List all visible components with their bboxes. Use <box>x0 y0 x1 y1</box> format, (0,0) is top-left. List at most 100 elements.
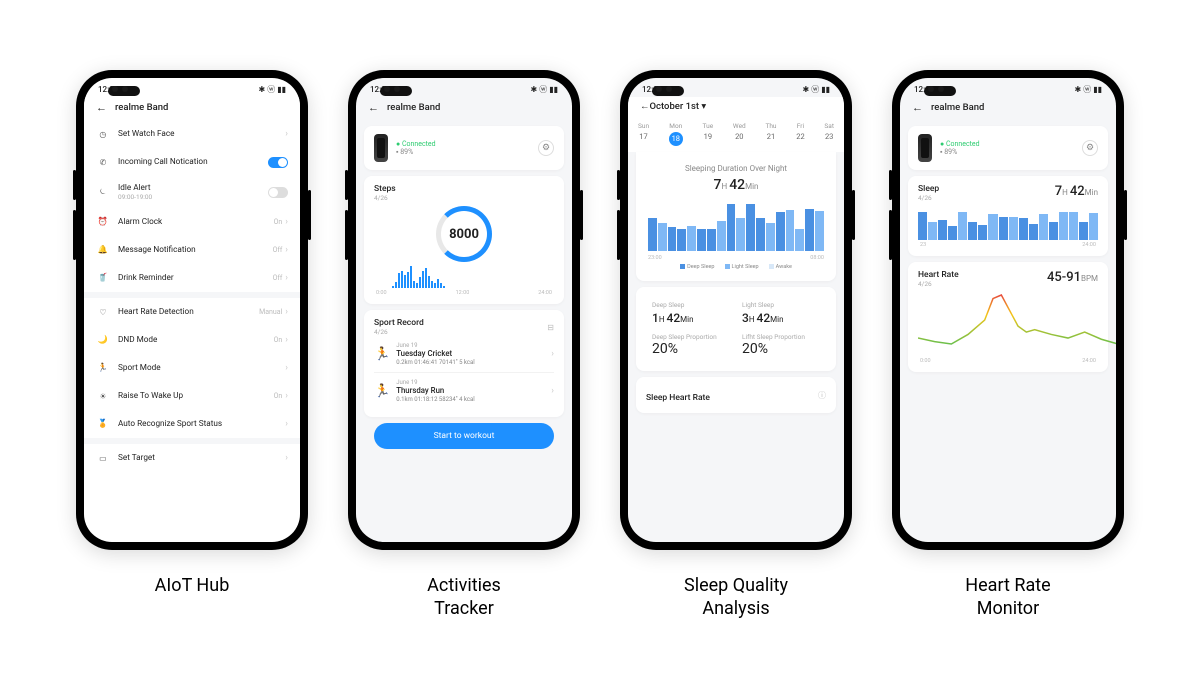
connection-card[interactable]: ● Connected ▪ 89% ⚙ <box>364 126 564 170</box>
day-cell[interactable]: Thu21 <box>765 122 776 146</box>
heart-rate-card[interactable]: Heart Rate 4/26 45-91BPM 0:00 24:00 <box>908 262 1108 372</box>
runner-icon: 🏃 <box>374 384 390 399</box>
sleep-duration-card: Sleeping Duration Over Night 7H 42Min 23… <box>636 152 836 281</box>
gear-icon[interactable]: ⚙ <box>1082 140 1098 156</box>
setting-row[interactable]: ⏰Alarm ClockOn› <box>84 208 300 236</box>
steps-ring-icon: 8000 <box>436 206 492 262</box>
setting-row[interactable]: ♡Heart Rate DetectionManual› <box>84 298 300 326</box>
back-icon[interactable]: ← <box>368 101 379 114</box>
setting-label: Message Notification <box>118 245 273 255</box>
sport-record-card[interactable]: Sport Record 4/26 ⊟ 🏃June 19Tuesday Cric… <box>364 310 564 417</box>
back-icon[interactable]: ← <box>96 101 107 114</box>
help-icon[interactable]: ⓘ <box>818 390 826 401</box>
setting-label: Alarm Clock <box>118 217 274 227</box>
gear-icon[interactable]: ⚙ <box>538 140 554 156</box>
sleep-mini-card[interactable]: Sleep 4/26 7H 42Min 23 24:00 <box>908 176 1108 256</box>
sport-record-item[interactable]: 🏃June 19Thursday Run0.1km 01:18:12 58234… <box>374 372 554 409</box>
day-cell[interactable]: Fri22 <box>796 122 804 146</box>
steps-bar-chart <box>374 266 554 288</box>
status-bar: 12:30 ✱ ⓦ ▮▮ <box>84 78 300 97</box>
steps-card[interactable]: Steps 4/26 8000 0:00 12:00 24:00 <box>364 176 564 304</box>
list-icon[interactable]: ⊟ <box>547 323 554 332</box>
setting-row[interactable]: 🏃 Sport Mode› <box>84 354 300 382</box>
setting-label: Set Watch Face <box>118 129 285 139</box>
steps-axis: 0:00 12:00 24:00 <box>374 290 554 296</box>
setting-row[interactable]: ◷Set Watch Face› <box>84 120 300 148</box>
battery-label: 89% <box>944 148 957 156</box>
header: ← October 1st ▾ <box>628 97 844 118</box>
caption: Sleep QualityAnalysis <box>684 574 788 621</box>
week-selector[interactable]: Sun17 Mon18 Tue19 Wed20 Thu21 Fri22 Sat23 <box>628 118 844 152</box>
day-cell[interactable]: Sat23 <box>824 122 834 146</box>
drink-icon: 🥤 <box>96 271 110 285</box>
setting-label: Heart Rate Detection <box>118 307 259 317</box>
day-cell[interactable]: Tue19 <box>703 122 714 146</box>
chevron-right-icon: › <box>285 391 288 401</box>
chevron-right-icon: › <box>285 335 288 345</box>
setting-row[interactable]: ☀Raise To Wake UpOn› <box>84 382 300 410</box>
status-time: 12:30 <box>914 85 934 94</box>
chevron-right-icon: › <box>285 363 288 373</box>
steps-date: 4/26 <box>374 194 554 202</box>
phone-heart-rate: 12:30 ✱ ⓦ ▮▮ ← realme Band ● Connected ▪… <box>892 70 1124 550</box>
date-picker[interactable]: October 1st ▾ <box>650 101 707 112</box>
setting-row[interactable]: 🌙DND ModeOn› <box>84 326 300 354</box>
status-time: 12:30 <box>370 85 390 94</box>
band-image-icon <box>374 134 388 162</box>
steps-value: 8000 <box>449 227 479 242</box>
setting-row[interactable]: 🔔Message NotificationOff› <box>84 236 300 264</box>
runner-icon: 🏃 <box>374 347 390 362</box>
status-icons: ✱ ⓦ ▮▮ <box>803 84 830 95</box>
day-cell[interactable]: Sun17 <box>638 122 649 146</box>
day-cell[interactable]: Mon18 <box>669 122 683 146</box>
call-icon: ✆ <box>96 155 110 169</box>
caption: AIoT Hub <box>155 574 230 597</box>
status-icons: ✱ ⓦ ▮▮ <box>1075 84 1102 95</box>
setting-label: Idle Alert09:00-19:00 <box>118 183 268 201</box>
sleep-axis: 23:00 08:00 <box>646 255 826 261</box>
start-workout-button[interactable]: Start to workout <box>374 423 554 449</box>
back-icon[interactable]: ← <box>912 101 923 114</box>
sleep-mini-chart <box>918 206 1098 240</box>
chevron-right-icon: › <box>285 129 288 139</box>
phone-activities: 12:30 ✱ ⓦ ▮▮ ← realme Band ● Connected ▪… <box>348 70 580 550</box>
setting-row[interactable]: 🏅Auto Recognize Sport Status› <box>84 410 300 438</box>
band-image-icon <box>918 134 932 162</box>
sport-record-title: Sport Record <box>374 318 547 328</box>
page-title: realme Band <box>115 102 168 113</box>
phone-sleep: 12:30 ✱ ⓦ ▮▮ ← October 1st ▾ Sun17 Mon18 T… <box>620 70 852 550</box>
duration-value: 7H 42Min <box>646 177 826 193</box>
sleep-heart-rate-card[interactable]: Sleep Heart Rate ⓘ <box>636 377 836 413</box>
target-icon: ▭ <box>96 451 110 465</box>
connection-card[interactable]: ● Connected ▪ 89% ⚙ <box>908 126 1108 170</box>
steps-title: Steps <box>374 184 554 194</box>
day-cell[interactable]: Wed20 <box>733 122 746 146</box>
setting-row[interactable]: ⏾Idle Alert09:00-19:00 <box>84 176 300 208</box>
sleep-stats-card: Deep Sleep 1H 42Min Deep Sleep Proportio… <box>636 287 836 371</box>
status-bar: 12:30 ✱ ⓦ ▮▮ <box>356 78 572 97</box>
setting-row[interactable]: ▭ Set Target› <box>84 444 300 472</box>
sport-icon: 🏃 <box>96 361 110 375</box>
status-time: 12:30 <box>98 85 118 94</box>
duration-label: Sleeping Duration Over Night <box>646 164 826 173</box>
setting-label: Auto Recognize Sport Status <box>118 419 285 429</box>
sport-record-item[interactable]: 🏃June 19Tuesday Cricket0.2km 01:46:41 70… <box>374 336 554 372</box>
alarm-icon: ⏰ <box>96 215 110 229</box>
setting-row[interactable]: 🥤Drink ReminderOff› <box>84 264 300 292</box>
setting-row[interactable]: ✆Incoming Call Notication <box>84 148 300 176</box>
heart-rate-line-chart <box>918 292 1116 352</box>
setting-label: Set Target <box>118 453 285 463</box>
page-title: realme Band <box>931 102 984 113</box>
heart-icon: ♡ <box>96 305 110 319</box>
setting-label: Sport Mode <box>118 363 285 373</box>
auto-icon: 🏅 <box>96 417 110 431</box>
toggle[interactable] <box>268 187 288 198</box>
page-title: realme Band <box>387 102 440 113</box>
phone-aiot-hub: 12:30 ✱ ⓦ ▮▮ ← realme Band ◷Set Watch Fa… <box>76 70 308 550</box>
chevron-right-icon: › <box>285 453 288 463</box>
status-bar: 12:30 ✱ ⓦ ▮▮ <box>628 78 844 97</box>
toggle[interactable] <box>268 157 288 168</box>
raise-icon: ☀ <box>96 389 110 403</box>
back-icon[interactable]: ← <box>640 101 650 112</box>
connected-label: Connected <box>402 140 436 148</box>
